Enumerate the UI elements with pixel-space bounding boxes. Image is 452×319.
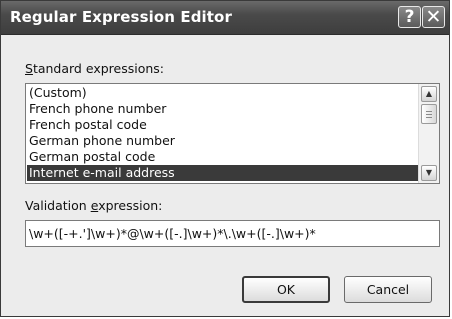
validation-label-text: xpression: <box>98 198 163 213</box>
thumb-grip-line <box>426 117 432 118</box>
scroll-up-button[interactable]: ▲ <box>421 86 437 102</box>
cancel-button[interactable]: Cancel <box>344 276 432 303</box>
close-button[interactable]: ✕ <box>422 6 445 28</box>
list-scrollbar[interactable]: ▲ ▼ <box>418 84 439 183</box>
standard-expressions-list[interactable]: (Custom) French phone number French post… <box>25 83 440 184</box>
list-item[interactable]: French phone number <box>27 101 419 117</box>
standard-expressions-accesskey: S <box>25 61 33 76</box>
help-button[interactable]: ? <box>398 6 421 28</box>
list-item[interactable]: (Custom) <box>27 85 419 101</box>
chevron-up-icon: ▲ <box>425 89 433 98</box>
validation-expression-label: Validation expression: <box>25 198 162 213</box>
thumb-grip-line <box>426 114 432 115</box>
scroll-thumb[interactable] <box>421 104 437 124</box>
list-item[interactable]: German phone number <box>27 133 419 149</box>
list-item[interactable]: French postal code <box>27 117 419 133</box>
close-icon: ✕ <box>425 6 442 28</box>
ok-button[interactable]: OK <box>242 276 330 303</box>
standard-expressions-label: Standard expressions: <box>25 61 164 76</box>
title-bar[interactable]: Regular Expression Editor ? ✕ <box>1 1 449 35</box>
validation-label-prefix: Validation <box>25 198 91 213</box>
list-item-selected[interactable]: Internet e-mail address <box>27 165 419 181</box>
validation-expression-input[interactable]: \w+([-+.']\w+)*@\w+([-.]\w+)*\.\w+([-.]\… <box>25 220 440 247</box>
thumb-grip-line <box>426 111 432 112</box>
regex-editor-dialog: Regular Expression Editor ? ✕ Standard e… <box>0 0 450 317</box>
list-item[interactable]: German postal code <box>27 149 419 165</box>
dialog-title: Regular Expression Editor <box>10 8 232 26</box>
help-icon: ? <box>404 7 415 27</box>
scroll-down-button[interactable]: ▼ <box>421 165 437 181</box>
standard-expressions-label-text: tandard expressions: <box>32 61 164 76</box>
chevron-down-icon: ▼ <box>425 168 433 177</box>
